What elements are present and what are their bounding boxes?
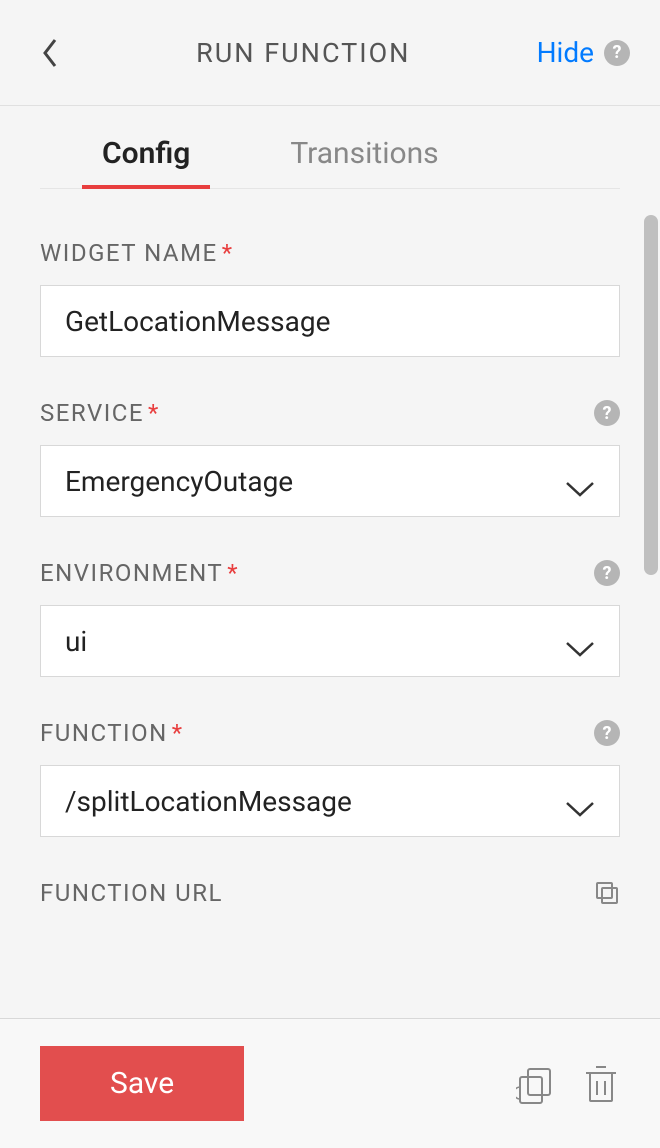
back-chevron-icon (41, 38, 59, 68)
service-select[interactable]: EmergencyOutage (40, 445, 620, 517)
help-icon[interactable]: ? (594, 560, 620, 586)
environment-label-row: ENVIRONMENT* ? (40, 559, 620, 587)
function-url-label-row: FUNCTION URL (40, 879, 620, 907)
help-icon[interactable]: ? (594, 720, 620, 746)
hide-group: Hide ? (537, 36, 630, 69)
panel-header: RUN FUNCTION Hide ? (0, 0, 660, 106)
widget-name-input[interactable] (65, 305, 595, 338)
chevron-down-icon (565, 472, 595, 490)
scrollbar-thumb[interactable] (644, 215, 658, 575)
duplicate-icon[interactable] (516, 1063, 554, 1105)
environment-label-text: ENVIRONMENT (40, 559, 223, 587)
function-label-row: FUNCTION* ? (40, 719, 620, 747)
widget-name-label-text: WIDGET NAME (40, 239, 218, 267)
hide-link[interactable]: Hide (537, 36, 594, 69)
function-label: FUNCTION* (40, 719, 184, 747)
service-label-row: SERVICE* ? (40, 399, 620, 427)
function-url-label: FUNCTION URL (40, 879, 223, 907)
function-select[interactable]: /splitLocationMessage (40, 765, 620, 837)
function-value: /splitLocationMessage (65, 785, 352, 818)
widget-name-label-row: WIDGET NAME* (40, 239, 620, 267)
service-label-text: SERVICE (40, 399, 144, 427)
required-asterisk: * (148, 399, 160, 427)
delete-icon[interactable] (582, 1063, 620, 1105)
footer: Save (0, 1018, 660, 1148)
environment-value: ui (65, 625, 87, 658)
service-label: SERVICE* (40, 399, 160, 427)
required-asterisk: * (227, 559, 239, 587)
required-asterisk: * (172, 719, 184, 747)
form-area: WIDGET NAME* SERVICE* ? EmergencyOutage … (0, 189, 660, 907)
chevron-down-icon (565, 632, 595, 650)
tab-transitions[interactable]: Transitions (270, 136, 458, 188)
function-label-text: FUNCTION (40, 719, 168, 747)
copy-icon[interactable] (594, 880, 620, 906)
save-button[interactable]: Save (40, 1046, 244, 1121)
back-button[interactable] (30, 33, 70, 73)
tab-config[interactable]: Config (82, 136, 210, 189)
required-asterisk: * (222, 239, 234, 267)
chevron-down-icon (565, 792, 595, 810)
environment-label: ENVIRONMENT* (40, 559, 239, 587)
panel-title: RUN FUNCTION (196, 37, 410, 69)
help-icon[interactable]: ? (594, 400, 620, 426)
help-icon[interactable]: ? (604, 40, 630, 66)
footer-icons (516, 1063, 620, 1105)
widget-name-label: WIDGET NAME* (40, 239, 234, 267)
environment-select[interactable]: ui (40, 605, 620, 677)
tabs: Config Transitions (40, 106, 620, 189)
widget-name-input-wrap[interactable] (40, 285, 620, 357)
service-value: EmergencyOutage (65, 465, 293, 498)
